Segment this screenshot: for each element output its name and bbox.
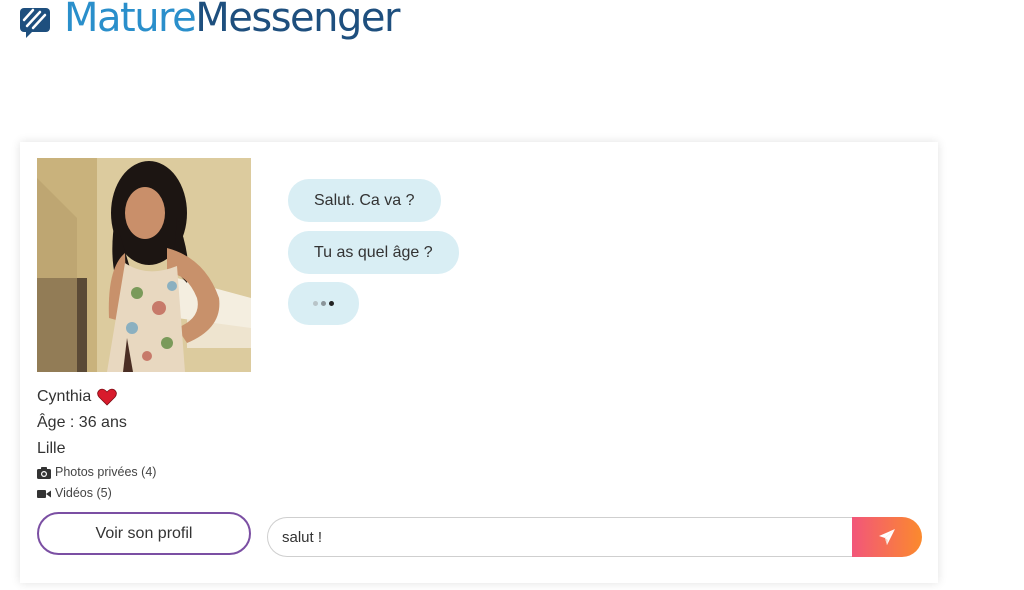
videos-link[interactable]: Vidéos (5)	[37, 483, 257, 504]
brand-logo[interactable]: MatureMessenger	[18, 0, 400, 46]
view-profile-button[interactable]: Voir son profil	[37, 512, 251, 555]
typing-dots-icon	[313, 301, 334, 306]
paper-plane-icon	[879, 529, 895, 545]
profile-city: Lille	[37, 440, 66, 457]
private-photos-link[interactable]: Photos privées (4)	[37, 462, 257, 483]
profile-name: Cynthia	[37, 388, 92, 405]
chat-message: Salut. Ca va ?	[288, 179, 441, 222]
brand-name: MatureMessenger	[64, 0, 400, 46]
typing-dot	[329, 301, 334, 306]
page: MatureMessenger Cynthia Âge: 36 ans Lil…	[0, 0, 1024, 590]
chat-card: Cynthia Âge : 36 ans Lille Photos privée…	[20, 142, 938, 583]
brand-name-part-1: Mature	[64, 0, 197, 41]
profile-photo[interactable]	[37, 158, 251, 372]
message-input[interactable]	[267, 517, 853, 557]
profile-name-line: Cynthia	[37, 384, 257, 410]
profile-age: Âge : 36 ans	[37, 414, 127, 431]
send-button[interactable]	[852, 517, 922, 557]
private-photos-label: Photos privées (4)	[55, 465, 157, 479]
chat-bubble-logo-icon	[20, 8, 50, 38]
profile-photo-image	[37, 158, 251, 372]
heart-icon	[97, 388, 118, 406]
brand-name-part-2: Messenger	[195, 0, 400, 41]
typing-dot	[313, 301, 318, 306]
typing-dot	[321, 301, 326, 306]
camera-icon	[37, 466, 51, 479]
profile-info: Cynthia Âge : 36 ans Lille Photos privée…	[37, 384, 257, 504]
videos-label: Vidéos (5)	[55, 486, 112, 500]
typing-indicator	[288, 282, 359, 325]
chat-message: Tu as quel âge ?	[288, 231, 459, 274]
video-camera-icon	[37, 489, 51, 498]
